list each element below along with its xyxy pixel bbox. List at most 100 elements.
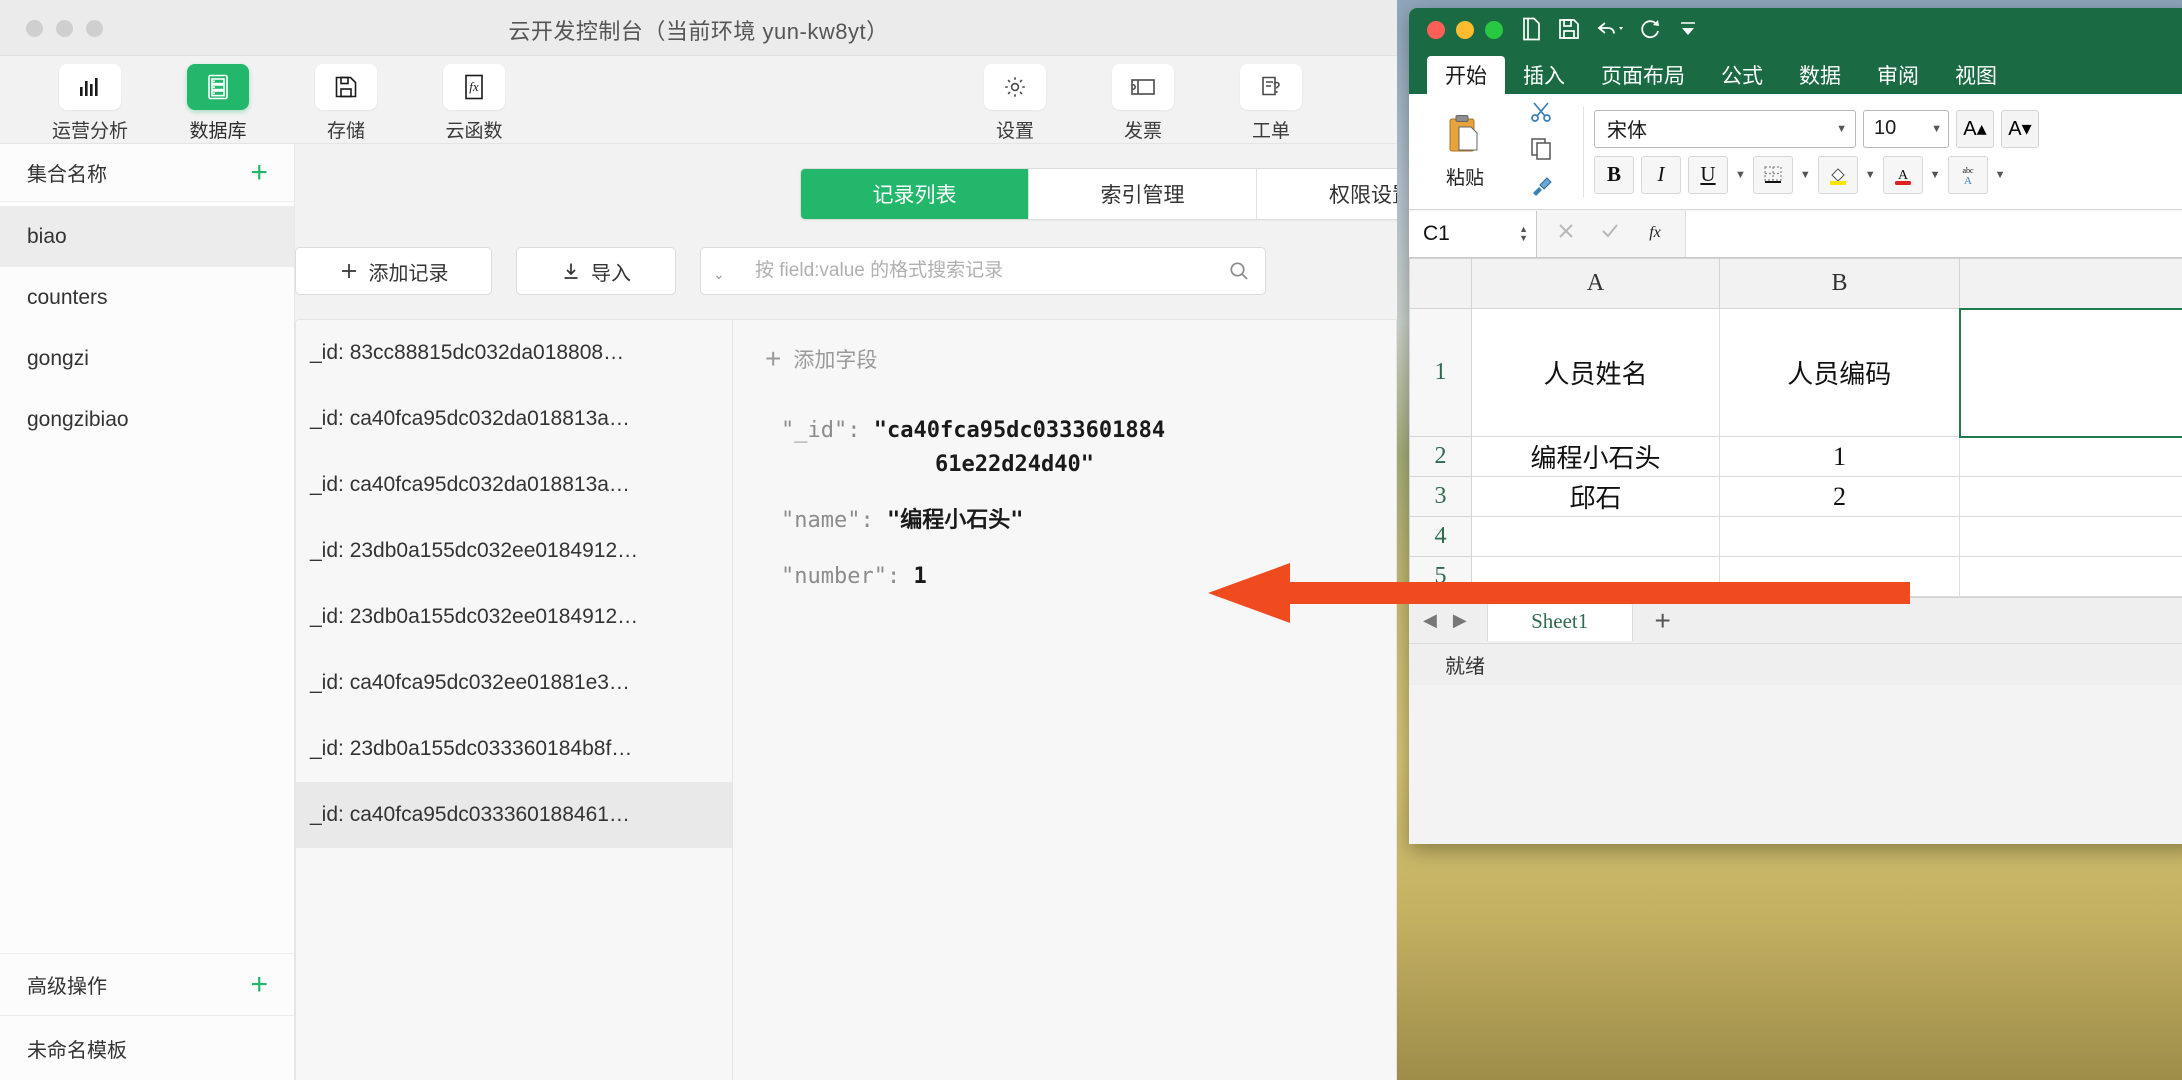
toolbar-item-workorder[interactable]: 工单	[1211, 64, 1331, 143]
maximize-button[interactable]	[1485, 21, 1503, 39]
search-icon[interactable]	[1227, 259, 1251, 288]
row-header-4[interactable]: 4	[1409, 516, 1472, 557]
sidebar-item-counters[interactable]: counters	[0, 267, 294, 328]
row-header-5[interactable]: 5	[1409, 556, 1472, 597]
minimize-button[interactable]	[1456, 21, 1474, 39]
cell-c3[interactable]	[1959, 476, 2182, 517]
row-header-1[interactable]: 1	[1409, 308, 1472, 437]
add-collection-icon[interactable]: +	[250, 157, 268, 188]
toolbar-item-settings[interactable]: 设置	[955, 64, 1075, 143]
paste-button[interactable]: 粘贴	[1419, 113, 1511, 190]
next-sheet-icon[interactable]: ▶	[1453, 610, 1467, 631]
sidebar-item-biao[interactable]: biao	[0, 206, 294, 267]
spreadsheet-grid[interactable]: A B 1 人员姓名 人员编码 2 编程小石头 1 3 邱石 2 4 5	[1409, 258, 2182, 597]
cell-c4[interactable]	[1959, 516, 2182, 557]
fill-color-icon[interactable]	[1817, 155, 1858, 194]
tab-index-management[interactable]: 索引管理	[1029, 169, 1257, 219]
list-item[interactable]: _id: 23db0a155dc033360184b8f…	[296, 716, 732, 782]
cancel-formula-icon[interactable]	[1555, 220, 1577, 247]
format-painter-icon[interactable]	[1529, 173, 1555, 204]
sidebar-item-gongzi[interactable]: gongzi	[0, 328, 294, 389]
cell-a5[interactable]	[1471, 556, 1720, 597]
tab-insert[interactable]: 插入	[1505, 56, 1583, 94]
toolbar-item-analytics[interactable]: 运营分析	[30, 64, 150, 143]
toolbar-item-storage[interactable]: 存储	[286, 64, 406, 143]
column-header-a[interactable]: A	[1471, 258, 1720, 309]
import-button[interactable]: 导入	[516, 247, 676, 295]
excel-window-controls[interactable]	[1427, 21, 1503, 39]
sidebar-item-unnamed-template[interactable]: 未命名模板	[0, 1016, 294, 1080]
cell-b5[interactable]	[1719, 556, 1960, 597]
list-item[interactable]: _id: ca40fca95dc032da018813a…	[296, 452, 732, 518]
tab-home[interactable]: 开始	[1427, 56, 1505, 94]
save-icon[interactable]	[1557, 17, 1581, 41]
column-header-c[interactable]	[1959, 258, 2182, 309]
increase-font-icon[interactable]: A▴	[1956, 109, 1994, 148]
tab-page-layout[interactable]: 页面布局	[1583, 56, 1703, 94]
borders-icon[interactable]	[1752, 155, 1793, 194]
cell-c5[interactable]	[1959, 556, 2182, 597]
chevron-down-icon[interactable]: ▼	[1995, 169, 2006, 181]
tab-permission-settings[interactable]: 权限设置	[1257, 169, 1397, 219]
cell-a3[interactable]: 邱石	[1471, 476, 1720, 517]
list-item[interactable]: _id: 83cc88815dc032da018808…	[296, 320, 732, 386]
copy-icon[interactable]	[1529, 136, 1555, 167]
cell-b3[interactable]: 2	[1719, 476, 1960, 517]
cell-a2[interactable]: 编程小石头	[1471, 436, 1720, 477]
sheet-tab-sheet1[interactable]: Sheet1	[1486, 600, 1633, 641]
chevron-down-icon[interactable]: ▼	[1865, 169, 1876, 181]
chevron-down-icon[interactable]: ▼	[1735, 169, 1746, 181]
toolbar-item-invoice[interactable]: 发票	[1083, 64, 1203, 143]
bold-button[interactable]: B	[1594, 155, 1634, 194]
font-size-select[interactable]: 10 ▼	[1863, 109, 1949, 148]
tab-record-list[interactable]: 记录列表	[801, 169, 1029, 219]
chevron-down-icon[interactable]: ▼	[1930, 169, 1941, 181]
phonetic-guide-icon[interactable]: abc A	[1947, 155, 1988, 194]
row-header-3[interactable]: 3	[1409, 476, 1472, 517]
undo-icon[interactable]	[1595, 18, 1625, 40]
record-list[interactable]: _id: 83cc88815dc032da018808… _id: ca40fc…	[295, 319, 733, 1080]
sidebar-item-gongzibiao[interactable]: gongzibiao	[0, 389, 294, 450]
cell-a1[interactable]: 人员姓名	[1471, 308, 1720, 437]
new-file-icon[interactable]	[1519, 16, 1543, 42]
italic-button[interactable]: I	[1641, 155, 1681, 194]
toolbar-item-database[interactable]: 数据库	[158, 64, 278, 143]
cell-c1-selected[interactable]	[1958, 307, 2182, 438]
add-record-button[interactable]: 添加记录	[295, 247, 492, 295]
column-header-b[interactable]: B	[1719, 258, 1960, 309]
font-family-select[interactable]: 宋体 ▼	[1594, 109, 1856, 148]
scissors-icon[interactable]	[1529, 99, 1555, 130]
list-item[interactable]: _id: ca40fca95dc032da018813a…	[296, 386, 732, 452]
tab-view[interactable]: 视图	[1937, 56, 2015, 94]
list-item[interactable]: _id: 23db0a155dc032ee0184912…	[296, 518, 732, 584]
cell-c2[interactable]	[1959, 436, 2182, 477]
row-header-2[interactable]: 2	[1409, 436, 1472, 477]
tab-formulas[interactable]: 公式	[1703, 56, 1781, 94]
search-input[interactable]	[701, 248, 1265, 294]
select-all-corner[interactable]	[1409, 258, 1472, 309]
insert-function-icon[interactable]: fx	[1643, 219, 1667, 248]
redo-icon[interactable]	[1639, 17, 1663, 41]
add-sheet-button[interactable]: +	[1637, 605, 1689, 637]
add-template-icon[interactable]: +	[250, 969, 268, 1000]
name-box-stepper[interactable]: ▲ ▼	[1519, 224, 1528, 243]
add-field-button[interactable]: + 添加字段	[733, 320, 1396, 374]
underline-button[interactable]: U	[1688, 155, 1728, 194]
cell-b1[interactable]: 人员编码	[1719, 308, 1960, 437]
list-item[interactable]: _id: ca40fca95dc032ee01881e3…	[296, 650, 732, 716]
close-button[interactable]	[1427, 21, 1445, 39]
customize-icon[interactable]	[1677, 18, 1699, 40]
tab-data[interactable]: 数据	[1781, 56, 1859, 94]
font-color-icon[interactable]: A	[1882, 155, 1923, 194]
sheet-nav-arrows[interactable]: ◀ ▶	[1423, 610, 1483, 631]
search-box[interactable]: ⌄	[700, 247, 1266, 295]
tab-review[interactable]: 审阅	[1859, 56, 1937, 94]
formula-input[interactable]	[1685, 210, 2182, 257]
confirm-formula-icon[interactable]	[1599, 220, 1621, 247]
list-item-selected[interactable]: _id: ca40fca95dc033360188461…	[296, 782, 732, 848]
chevron-down-icon[interactable]: ▼	[1800, 169, 1811, 181]
previous-sheet-icon[interactable]: ◀	[1423, 610, 1437, 631]
name-box[interactable]: C1 ▲ ▼	[1409, 210, 1537, 257]
cell-b2[interactable]: 1	[1719, 436, 1960, 477]
toolbar-item-cloud-function[interactable]: fx 云函数	[414, 64, 534, 143]
